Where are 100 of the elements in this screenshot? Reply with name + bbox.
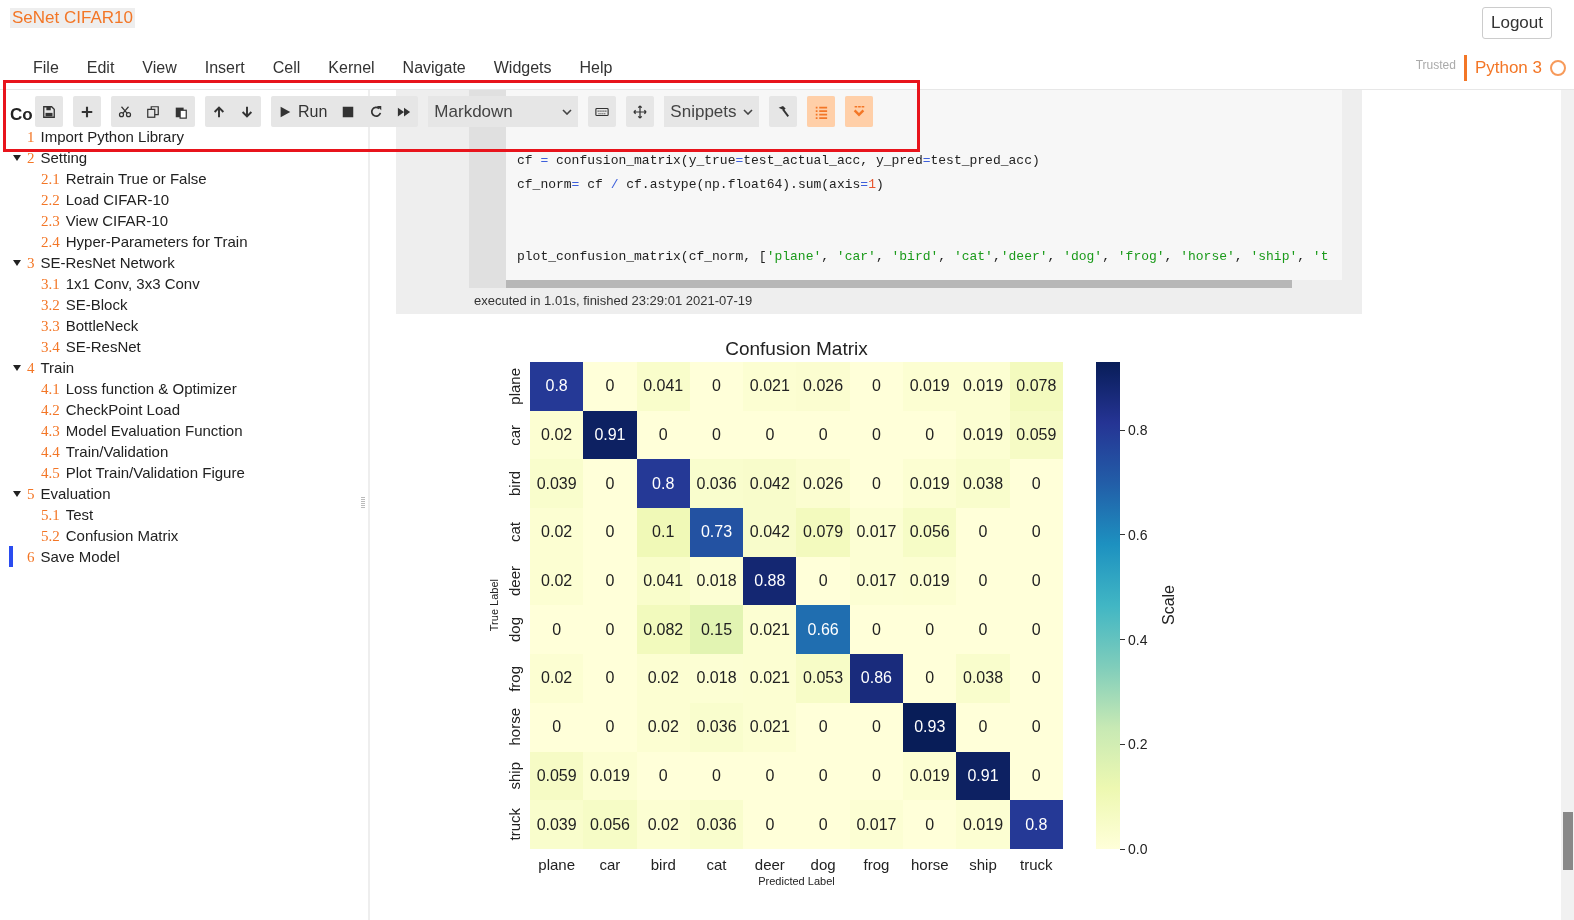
matrix-cell: 0.8: [636, 459, 690, 509]
toc-link[interactable]: Retrain True or False: [65, 168, 207, 189]
matrix-cell: 0: [1009, 702, 1063, 752]
toc-link[interactable]: Save Model: [40, 546, 120, 567]
toc-link[interactable]: Model Evaluation Function: [65, 420, 243, 441]
caret-icon: [742, 108, 753, 115]
matrix-cell: 0: [583, 362, 637, 411]
matrix-cell: 0.017: [849, 800, 904, 849]
toc-link[interactable]: BottleNeck: [65, 315, 139, 336]
arrow-down-icon: [240, 104, 254, 119]
matrix-cell: 0.056: [903, 508, 957, 557]
dropdown[interactable]: Snippets: [664, 96, 759, 127]
dropdown[interactable]: Markdown: [428, 96, 579, 127]
toc-link[interactable]: Import Python Library: [40, 126, 184, 147]
expanded-caret-icon[interactable]: [13, 364, 21, 371]
spellcheck-button[interactable]: [844, 96, 873, 127]
row-label: horse: [505, 708, 523, 746]
toc-link[interactable]: CheckPoint Load: [65, 399, 180, 420]
toc-link[interactable]: Train/Validation: [65, 441, 169, 462]
expanded-caret-icon[interactable]: [13, 490, 21, 497]
matrix-cell: 0: [689, 362, 744, 411]
square-icon: [341, 104, 356, 119]
matrix-cell: 0.02: [530, 508, 584, 557]
matrix-cell: 0: [743, 751, 797, 801]
logout-button[interactable]: Logout: [1482, 7, 1552, 39]
axis-label: True Label: [488, 579, 500, 632]
crosshair-icon: [633, 104, 648, 119]
menu-item[interactable]: Help: [565, 58, 627, 77]
menu-item[interactable]: Insert: [190, 58, 259, 77]
menu-item[interactable]: Edit: [72, 58, 129, 77]
scrollbar-thumb[interactable]: [1563, 812, 1573, 870]
toc-link[interactable]: Train: [40, 357, 75, 378]
toc-link[interactable]: 1x1 Conv, 3x3 Conv: [65, 273, 200, 294]
matrix-cell: 0: [956, 556, 1010, 606]
section-number: 3.1: [41, 275, 60, 294]
menu-item[interactable]: Navigate: [388, 58, 480, 77]
toc-link[interactable]: SE-ResNet Network: [40, 252, 175, 273]
row-label: truck: [505, 808, 523, 841]
matrix-cell: 0: [1009, 459, 1063, 509]
column-label: deer: [753, 854, 786, 875]
expanded-caret-icon[interactable]: [13, 154, 21, 161]
row-label: ship: [505, 762, 523, 790]
matrix-cell: 0.93: [903, 702, 957, 752]
matrix-cell: 0: [530, 605, 584, 655]
toc-link[interactable]: Load CIFAR-10: [65, 189, 170, 210]
column-label: car: [598, 854, 622, 875]
tick-label: 0.2: [1127, 736, 1148, 753]
toc-link[interactable]: SE-ResNet: [65, 336, 141, 357]
circular-arrow-icon: [369, 104, 384, 119]
matrix-cell: 0.02: [530, 410, 584, 460]
toc-link[interactable]: Plot Train/Validation Figure: [65, 462, 245, 483]
matrix-cell: 0.039: [530, 800, 584, 849]
matrix-cell: 0.041: [636, 556, 690, 606]
matrix-cell: 0: [956, 702, 1010, 752]
toc-link[interactable]: Evaluation: [40, 483, 111, 504]
toc-link[interactable]: Hyper-Parameters for Train: [65, 231, 248, 252]
column-label: bird: [649, 854, 677, 875]
matrix-cell: 0: [636, 751, 690, 801]
tick-label: 0.4: [1127, 631, 1148, 648]
toc-link[interactable]: SE-Block: [65, 294, 128, 315]
section-number: 4.5: [41, 464, 60, 483]
toc-button[interactable]: [806, 96, 835, 127]
matrix-cell: 0.019: [903, 459, 957, 509]
matrix-cell: 0.8: [1009, 800, 1063, 849]
matrix-cell: 0: [796, 751, 850, 801]
menu-item[interactable]: File: [19, 58, 73, 77]
matrix-cell: 0: [849, 459, 904, 509]
matrix-cell: 0: [849, 410, 904, 460]
matrix-cell: 0: [849, 751, 904, 801]
toc-link[interactable]: View CIFAR-10: [65, 210, 168, 231]
code-line: plot_confusion_matrix(cf_norm, ['plane', 'car', 'bird', 'cat','deer', 'dog', 'frog', 'horse', 'ship', 't: [516, 248, 1330, 266]
menu-item[interactable]: View: [128, 58, 191, 77]
resize-handle-icon[interactable]: [361, 497, 365, 509]
matrix-cell: 0: [956, 605, 1010, 655]
menu-item[interactable]: Cell: [258, 58, 315, 77]
matrix-cell: 0: [956, 508, 1010, 557]
expanded-caret-icon[interactable]: [13, 259, 21, 266]
matrix-cell: 0: [796, 702, 850, 752]
matrix-cell: 0: [903, 410, 957, 460]
matrix-cell: 0: [583, 508, 637, 557]
menu-item[interactable]: Kernel: [314, 58, 389, 77]
section-number: 3.4: [41, 338, 60, 357]
matrix-cell: 0: [1009, 605, 1063, 655]
plus-icon: [80, 104, 94, 119]
matrix-cell: 0: [689, 410, 744, 460]
menu-item[interactable]: Widgets: [479, 58, 566, 77]
toc-link[interactable]: Test: [65, 504, 94, 525]
scrollbar-thumb[interactable]: [506, 280, 1292, 288]
section-number: 3: [27, 254, 35, 273]
matrix-cell: 0.017: [849, 508, 904, 557]
section-number: 2.4: [41, 233, 60, 252]
code-cell[interactable]: [396, 90, 1362, 314]
matrix-cell: 0.038: [956, 459, 1010, 509]
scissors-icon: [118, 104, 132, 119]
toc-link[interactable]: Setting: [40, 147, 88, 168]
toc-link[interactable]: Confusion Matrix: [65, 525, 179, 546]
matrix-cell: 0.041: [636, 362, 690, 411]
matrix-cell: 0: [583, 702, 637, 752]
toc-link[interactable]: Loss function & Optimizer: [65, 378, 237, 399]
matrix-cell: 0.021: [743, 654, 797, 703]
